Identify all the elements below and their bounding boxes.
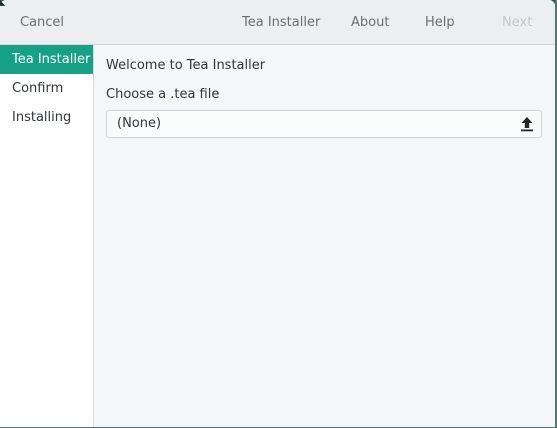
- main-content: Welcome to Tea Installer Choose a .tea f…: [94, 45, 555, 427]
- window-title: Tea Installer: [242, 15, 321, 30]
- welcome-heading: Welcome to Tea Installer: [106, 58, 266, 73]
- cancel-button[interactable]: Cancel: [20, 0, 64, 45]
- installer-window: Cancel Tea Installer About Help Next Tea…: [0, 0, 555, 427]
- upload-icon: [521, 117, 533, 132]
- corner-glyph-icon: ◣: [0, 0, 6, 7]
- next-button[interactable]: Next: [502, 0, 532, 45]
- choose-file-label: Choose a .tea file: [106, 87, 220, 102]
- sidebar-item-tea-installer[interactable]: Tea Installer: [0, 45, 93, 74]
- help-button[interactable]: Help: [425, 0, 455, 45]
- file-chooser-button[interactable]: (None): [106, 110, 542, 138]
- sidebar: Tea Installer Confirm Installing: [0, 45, 94, 427]
- sidebar-item-confirm[interactable]: Confirm: [0, 74, 93, 103]
- sidebar-item-installing[interactable]: Installing: [0, 103, 93, 132]
- header-bar: Cancel Tea Installer About Help Next: [0, 0, 555, 45]
- file-chooser-value: (None): [117, 116, 162, 131]
- about-button[interactable]: About: [351, 0, 389, 45]
